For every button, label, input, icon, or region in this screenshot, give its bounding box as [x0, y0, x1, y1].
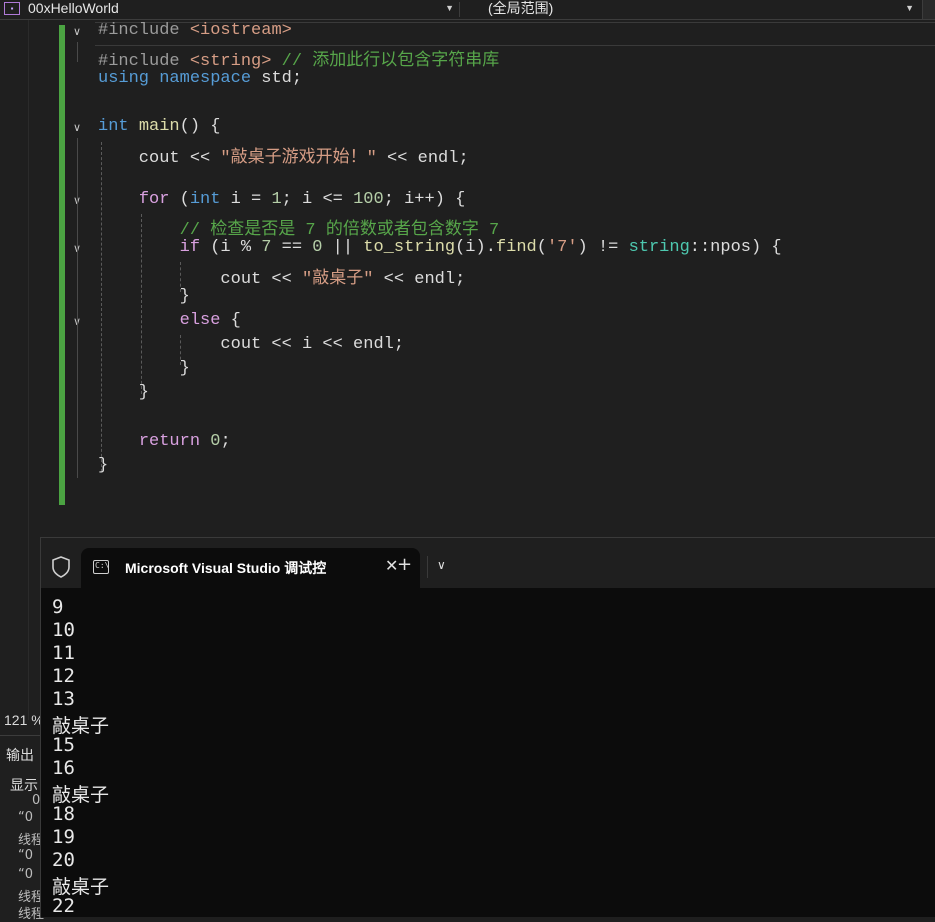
- terminal-icon: C:\: [93, 560, 109, 574]
- console-output-line: 敲桌子: [52, 715, 110, 737]
- output-line: “0: [18, 810, 34, 825]
- tab-output[interactable]: 输出: [6, 745, 34, 765]
- code-line: for (int i = 1; i <= 100; i++) {: [138, 190, 466, 209]
- scope-dropdown[interactable]: (全局范围) ▼: [462, 0, 918, 19]
- code-line: return 0;: [138, 432, 231, 451]
- function-name: find: [495, 238, 537, 257]
- console-output-line: 11: [52, 642, 75, 664]
- scrollbar[interactable]: [922, 0, 935, 19]
- zoom-level[interactable]: 121 %: [4, 712, 44, 728]
- editor-margin: [0, 20, 29, 720]
- chevron-down-icon: ▼: [905, 3, 914, 13]
- string-literal: '7': [546, 238, 578, 257]
- fold-toggle-icon[interactable]: ∨: [70, 121, 84, 135]
- console-output-line: 19: [52, 826, 75, 848]
- fold-toggle-icon[interactable]: ∨: [70, 25, 84, 39]
- code-line: cout << "敲桌子游戏开始！" << endl;: [98, 149, 469, 168]
- output-line: “0: [18, 848, 34, 863]
- code-line: }: [98, 359, 190, 378]
- code-line: }: [98, 287, 190, 306]
- control-keyword: else: [179, 311, 221, 330]
- console-output-line: 9: [52, 596, 64, 618]
- scope-name: (全局范围): [488, 0, 554, 16]
- console-output-line: 敲桌子: [52, 784, 110, 806]
- number: 100: [353, 190, 384, 209]
- code-line: else {: [179, 311, 241, 330]
- project-icon: ▪: [4, 2, 20, 15]
- code-line: cout << "敲桌子" << endl;: [98, 270, 466, 289]
- output-line: “0: [18, 867, 34, 882]
- code-line: #include <string> // 添加此行以包含字符串库: [98, 45, 500, 71]
- console-output-line: 敲桌子: [52, 876, 110, 898]
- project-name: 00xHelloWorld: [28, 0, 119, 16]
- console-output-line: 18: [52, 803, 75, 825]
- console-output-line: 22: [52, 895, 75, 917]
- code-line: // 检查是否是 7 的倍数或者包含数字 7: [98, 214, 500, 240]
- code-editor[interactable]: ∨ ∨ ∨ ∨ ∨ #include <iostream> #include <…: [0, 20, 935, 720]
- number: 1: [271, 190, 282, 209]
- divider: [459, 2, 460, 17]
- console-output-line: 15: [52, 734, 75, 756]
- function-name: main: [138, 117, 180, 136]
- number: 0: [210, 432, 221, 451]
- console-output-line: 16: [52, 757, 75, 779]
- code-line: }: [98, 383, 150, 402]
- comment: // 添加此行以包含字符串库: [281, 52, 500, 71]
- code-line: int main() {: [98, 117, 221, 136]
- header-name: <iostream>: [189, 21, 292, 40]
- project-dropdown[interactable]: ▪ 00xHelloWorld ▼: [0, 0, 458, 19]
- change-tracking-bar: [59, 25, 65, 505]
- show-output-label: 显示: [10, 778, 38, 794]
- console-output-line: 13: [52, 688, 75, 710]
- console-output-line: 20: [52, 849, 75, 871]
- console-titlebar: C:\ Microsoft Visual Studio 调试控 ✕ + ∨: [41, 538, 935, 589]
- tab-title: Microsoft Visual Studio 调试控: [125, 560, 327, 576]
- code-line: if (i % 7 == 0 || to_string(i).find('7')…: [179, 238, 782, 257]
- code-line: #include <iostream>: [98, 21, 292, 45]
- number: 7: [261, 238, 272, 257]
- control-keyword: for: [138, 190, 170, 209]
- console-output-line: 12: [52, 665, 75, 687]
- code-line: }: [98, 456, 109, 475]
- type-name: string: [628, 238, 690, 257]
- shield-icon: [52, 556, 70, 578]
- fold-region-line: [77, 211, 78, 411]
- code-line: cout << i << endl;: [98, 335, 405, 354]
- control-keyword: if: [179, 238, 201, 257]
- string-literal: "敲桌子游戏开始！": [220, 149, 377, 168]
- number: 0: [312, 238, 323, 257]
- control-keyword: return: [138, 432, 201, 451]
- tab-debug-console[interactable]: C:\ Microsoft Visual Studio 调试控 ✕: [81, 548, 420, 589]
- string-literal: "敲桌子": [302, 270, 374, 289]
- code-line: using namespace std;: [98, 69, 303, 88]
- keyword: int: [189, 190, 221, 209]
- navigation-bar: ▪ 00xHelloWorld ▼ (全局范围) ▼: [0, 0, 935, 20]
- preprocessor-directive: #include: [98, 21, 190, 40]
- chevron-down-icon[interactable]: ∨: [437, 558, 446, 572]
- console-output: 9 10 11 12 13 敲桌子 15 16 敲桌子 18 19 20 敲桌子 22: [52, 596, 109, 918]
- fold-region-line: [77, 42, 78, 62]
- keyword: int: [98, 117, 129, 136]
- debug-console-window: C:\ Microsoft Visual Studio 调试控 ✕ + ∨ 91…: [40, 537, 935, 917]
- divider: [427, 556, 428, 578]
- keyword: using: [98, 69, 150, 88]
- keyword: namespace: [159, 69, 252, 88]
- console-output-line: 10: [52, 619, 75, 641]
- chevron-down-icon: ▼: [445, 3, 454, 13]
- new-tab-button[interactable]: +: [397, 556, 412, 574]
- function-name: to_string: [363, 238, 456, 257]
